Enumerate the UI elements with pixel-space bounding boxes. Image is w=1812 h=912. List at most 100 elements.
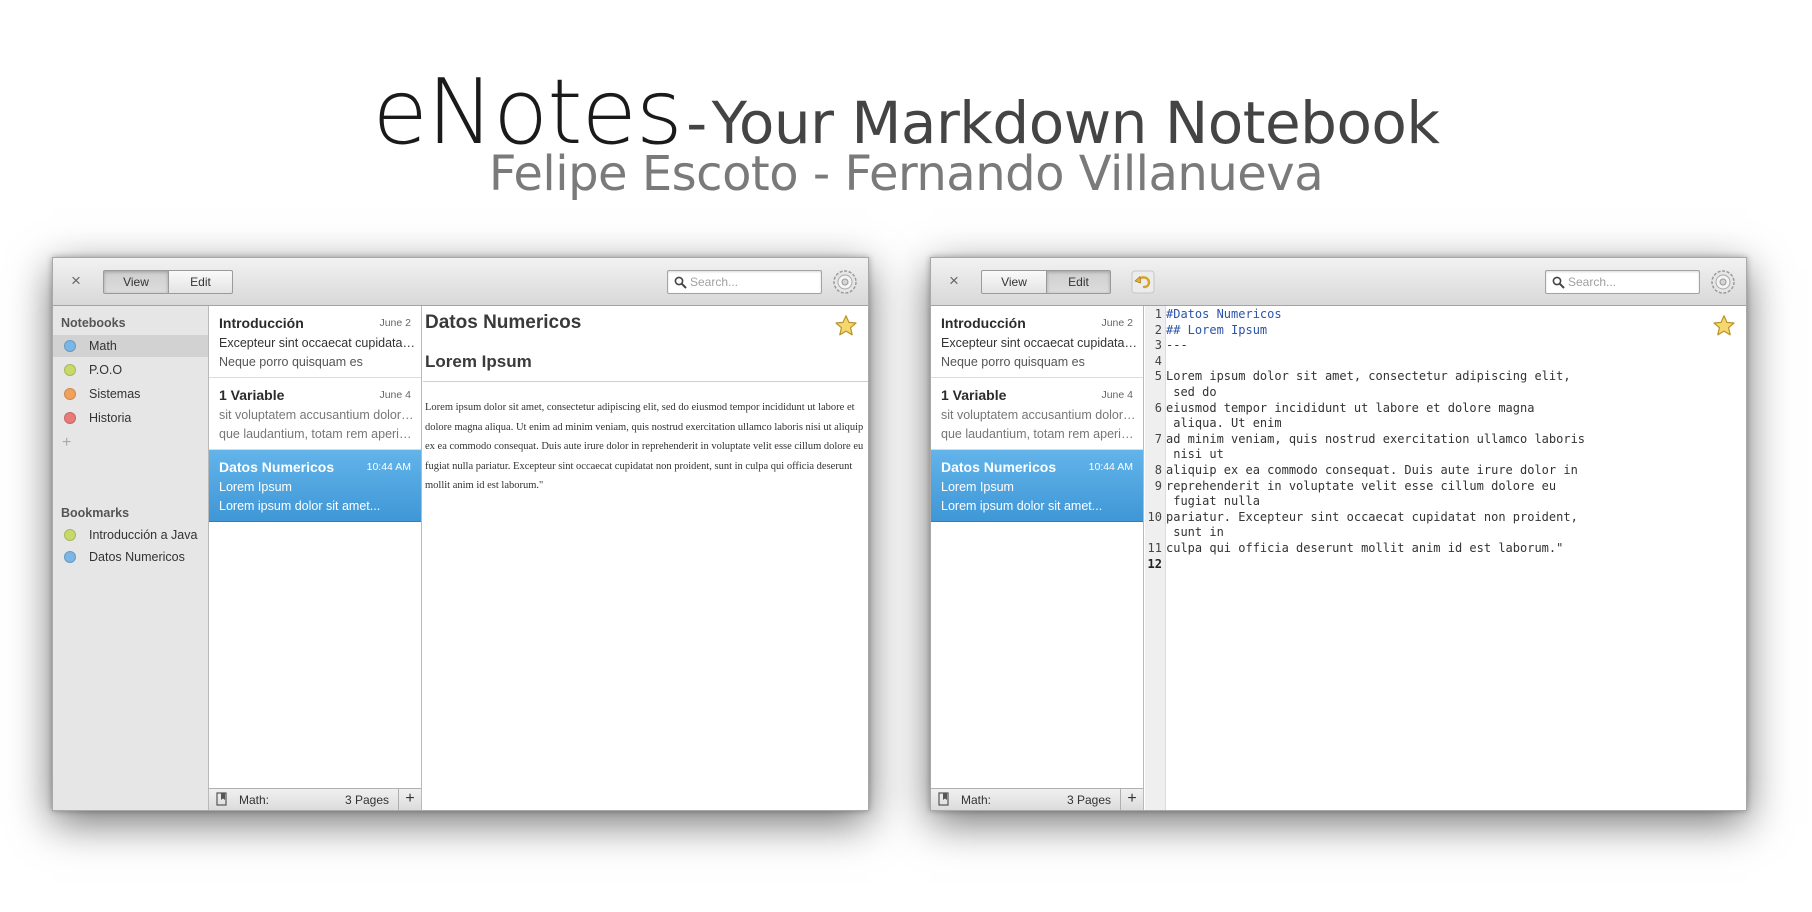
editor-line: 2 ## Lorem Ipsum [1145, 323, 1706, 339]
note-item[interactable]: 1 Variable June 4 sit voluptatem accusan… [931, 378, 1143, 450]
search-icon [674, 276, 687, 289]
line-number [1145, 494, 1164, 510]
line-number: 6 [1154, 400, 1162, 415]
editor-line: fugiat nulla [1145, 494, 1706, 510]
line-number: 10 [1147, 509, 1162, 524]
editor-line: sunt in [1145, 525, 1706, 541]
bookmark-item-introduccion-java[interactable]: Introducción a Java [53, 524, 208, 546]
toolbar: × View Edit [53, 258, 868, 306]
star-icon[interactable] [834, 314, 858, 338]
bookmarks-header: Bookmarks [61, 506, 130, 520]
line-number [1145, 385, 1164, 401]
markdown-editor[interactable]: 1 #Datos Numericos 2 ## Lorem Ipsum 3 --- 4 5 Lo… [1145, 306, 1746, 810]
editor-line: 1 #Datos Numericos [1145, 307, 1706, 323]
sidebar-item-math[interactable]: Math [53, 335, 208, 357]
bookmark-color-dot [64, 551, 76, 563]
viewer-heading-2: Lorem Ipsum [425, 352, 532, 371]
add-notebook-button[interactable]: + [62, 434, 71, 452]
bookmark-icon[interactable] [215, 792, 229, 806]
editor-line-text: #Datos Numericos [1166, 307, 1282, 321]
editor-line: 5 Lorem ipsum dolor sit amet, consectetur… [1145, 369, 1706, 385]
undo-icon[interactable] [1131, 270, 1155, 294]
editor-text-area[interactable]: 1 #Datos Numericos 2 ## Lorem Ipsum 3 --- 4 5 Lo… [1145, 307, 1706, 572]
note-date: 10:44 AM [366, 461, 411, 473]
search-input[interactable] [690, 274, 815, 290]
notebook-color-dot [64, 412, 76, 424]
note-preview-line: sit voluptatem accusantium doloremque [219, 408, 415, 422]
note-item-selected[interactable]: Datos Numericos 10:44 AM Lorem Ipsum Lor… [209, 450, 421, 522]
gear-icon[interactable] [1710, 269, 1736, 295]
line-number [1145, 447, 1164, 463]
search-box [1545, 270, 1700, 294]
note-date: June 4 [1101, 389, 1133, 401]
footer-page-count: 3 Pages [1067, 793, 1112, 807]
bookmark-item-datos-numericos[interactable]: Datos Numericos [53, 546, 208, 568]
note-title: Introducción [219, 315, 304, 331]
add-page-button[interactable]: + [1120, 789, 1143, 810]
markdown-viewer: Datos Numericos Lorem Ipsum Lorem ipsum … [423, 306, 868, 810]
note-item[interactable]: Introducción June 2 Excepteur sint occae… [931, 306, 1143, 378]
sidebar-item-poo[interactable]: P.O.O [53, 359, 208, 381]
window-edit-mode: × View Edit Introducción June 2 Excepteu… [930, 257, 1747, 811]
note-preview-line: Neque porro quisquam es [941, 355, 1085, 369]
editor-line-text: reprehenderit in voluptate velit esse ci… [1166, 478, 1557, 493]
sidebar-item-sistemas[interactable]: Sistemas [53, 383, 208, 405]
note-preview-line: Lorem Ipsum [941, 480, 1014, 494]
editor-line-text: pariatur. Excepteur sint occaecat cupida… [1166, 509, 1578, 524]
close-icon[interactable]: × [945, 272, 963, 290]
search-icon [1552, 276, 1565, 289]
edit-mode-button[interactable]: Edit [1046, 271, 1110, 293]
editor-line-text [1164, 354, 1166, 370]
note-title: 1 Variable [219, 387, 285, 403]
editor-line-text: --- [1166, 338, 1188, 353]
editor-line: sed do [1145, 385, 1706, 401]
editor-line-text [1164, 557, 1166, 573]
view-mode-button[interactable]: View [104, 271, 168, 293]
editor-line: 4 [1145, 354, 1706, 370]
note-preview-line: Excepteur sint occaecat cupidatat non pr… [219, 336, 415, 350]
add-page-button[interactable]: + [398, 789, 421, 810]
editor-line-text: ad minim veniam, quis nostrud exercitati… [1166, 431, 1586, 446]
hero-authors: Felipe Escoto - Fernando Villanueva [488, 146, 1324, 202]
note-item[interactable]: 1 Variable June 4 sit voluptatem accusan… [209, 378, 421, 450]
sidebar-item-historia[interactable]: Historia [53, 407, 208, 429]
editor-line-text: sed do [1166, 384, 1217, 399]
footer-notebook-name: Math: [239, 793, 270, 807]
line-number: 7 [1154, 431, 1162, 446]
note-date: 10:44 AM [1088, 461, 1133, 473]
bookmark-item-label: Datos Numericos [89, 550, 185, 564]
sidebar-item-label: Math [89, 339, 117, 353]
notebook-color-dot [64, 340, 76, 352]
editor-line-text: culpa qui officia deserunt mollit anim i… [1166, 540, 1564, 555]
line-number: 12 [1147, 556, 1162, 571]
note-date: June 2 [379, 317, 411, 329]
notes-list: Introducción June 2 Excepteur sint occae… [931, 306, 1144, 810]
line-number: 4 [1154, 353, 1162, 368]
line-number: 2 [1154, 322, 1162, 337]
line-number: 3 [1154, 338, 1162, 353]
note-title: Datos Numericos [941, 459, 1057, 475]
viewer-heading-1: Datos Numericos [425, 312, 582, 333]
star-icon[interactable] [1712, 314, 1736, 338]
notebook-color-dot [64, 388, 76, 400]
edit-mode-button[interactable]: Edit [168, 271, 232, 293]
editor-line-text: aliquip ex ea commodo consequat. Duis au… [1166, 462, 1578, 477]
editor-line: 10 pariatur. Excepteur sint occaecat cupi… [1145, 510, 1706, 526]
search-input[interactable] [1568, 274, 1693, 290]
editor-line: aliqua. Ut enim [1145, 416, 1706, 432]
editor-line: nisi ut [1145, 447, 1706, 463]
bookmark-icon[interactable] [937, 792, 951, 806]
note-item[interactable]: Introducción June 2 Excepteur sint occae… [209, 306, 421, 378]
note-item-selected[interactable]: Datos Numericos 10:44 AM Lorem Ipsum Lor… [931, 450, 1143, 522]
gear-icon[interactable] [832, 269, 858, 295]
note-title: Datos Numericos [219, 459, 335, 475]
editor-line: 12 [1145, 557, 1706, 573]
view-mode-button[interactable]: View [982, 271, 1046, 293]
line-number: 1 [1154, 307, 1162, 321]
notes-footer: Math: 3 Pages + [209, 788, 421, 810]
close-icon[interactable]: × [67, 272, 85, 290]
sidebar: Notebooks Math P.O.O Sistemas Historia +… [53, 306, 209, 810]
editor-line: 11 culpa qui officia deserunt mollit anim… [1145, 541, 1706, 557]
editor-line-text: aliqua. Ut enim [1166, 416, 1282, 431]
note-preview-line: Lorem ipsum dolor sit amet... [941, 499, 1103, 513]
